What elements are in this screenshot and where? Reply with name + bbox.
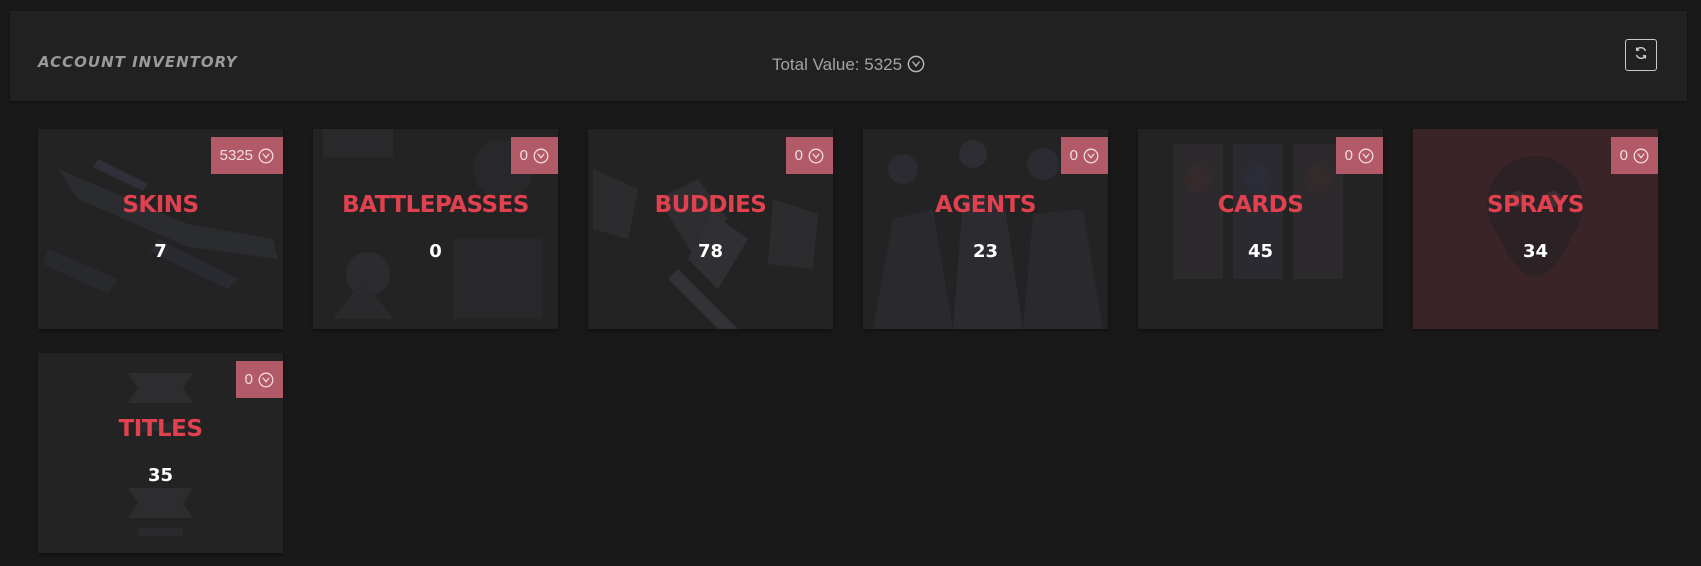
category-label: SPRAYS [1487,192,1584,218]
valorant-points-icon [1358,148,1374,164]
valorant-points-icon [1083,148,1099,164]
category-label: AGENTS [935,192,1036,218]
value-badge: 5325 [210,137,283,174]
refresh-button[interactable] [1625,39,1657,71]
value-badge: 0 [785,137,833,174]
category-count: 35 [147,465,174,486]
category-label: BATTLEPASSES [342,192,529,218]
category-count: 0 [429,241,442,262]
valorant-points-icon [258,148,274,164]
category-tile-sprays[interactable]: 0 SPRAYS 34 [1413,129,1658,329]
category-label: SKINS [122,192,199,218]
category-count: 34 [1522,241,1549,262]
category-count: 7 [154,241,167,262]
inventory-header: ACCOUNT INVENTORY Total Value: 5325 [10,11,1687,101]
value-badge: 0 [1060,137,1108,174]
category-label: CARDS [1217,192,1304,218]
value-amount: 0 [1069,147,1078,164]
valorant-points-icon [808,148,824,164]
category-label: BUDDIES [654,192,767,218]
category-tile-agents[interactable]: 0 AGENTS 23 [863,129,1108,329]
value-amount: 0 [1344,147,1353,164]
value-amount: 0 [244,371,253,388]
value-amount: 5325 [219,147,253,164]
value-amount: 0 [1619,147,1628,164]
category-label: TITLES [118,416,203,442]
valorant-points-icon [1633,148,1649,164]
value-badge: 0 [1335,137,1383,174]
value-badge: 0 [1610,137,1658,174]
category-tile-battlepasses[interactable]: 0 BATTLEPASSES 0 [313,129,558,329]
category-count: 78 [697,241,724,262]
valorant-points-icon [907,55,925,78]
category-count: 45 [1247,241,1274,262]
category-tile-skins[interactable]: 5325 SKINS 7 [38,129,283,329]
value-amount: 0 [519,147,528,164]
valorant-points-icon [533,148,549,164]
valorant-points-icon [258,372,274,388]
category-tile-buddies[interactable]: 0 BUDDIES 78 [588,129,833,329]
value-badge: 0 [510,137,558,174]
total-value: Total Value: 5325 [10,55,1687,78]
value-badge: 0 [235,361,283,398]
total-value-label: Total Value: 5325 [771,55,903,74]
value-amount: 0 [794,147,803,164]
category-tile-cards[interactable]: 0 CARDS 45 [1138,129,1383,329]
category-tile-titles[interactable]: 0 TITLES 35 [38,353,283,553]
refresh-icon [1633,45,1649,65]
category-count: 23 [972,241,999,262]
